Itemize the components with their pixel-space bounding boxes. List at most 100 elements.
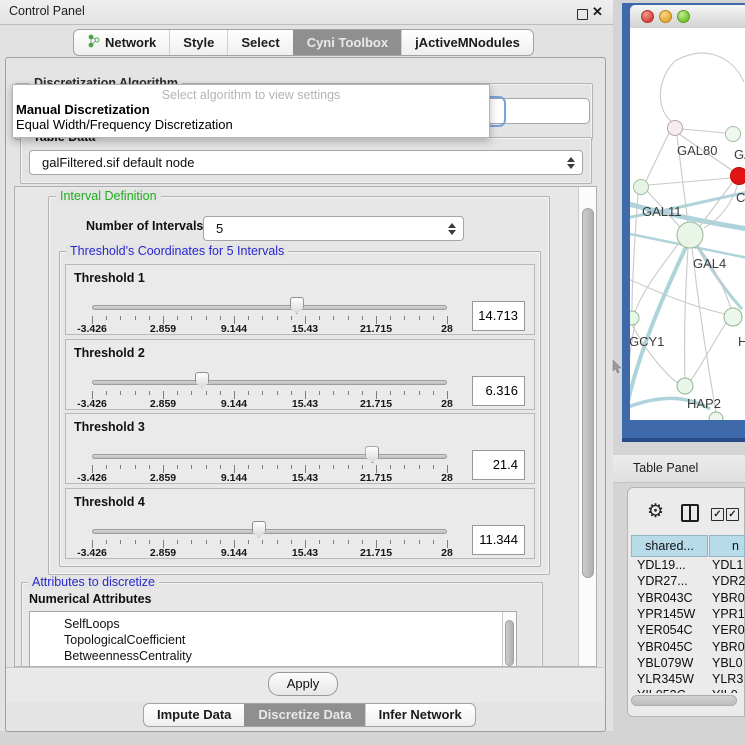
attributes-scrollbar[interactable] <box>502 612 516 667</box>
threshold-slider-track[interactable] <box>92 305 447 310</box>
table-hscrollbar-thumb[interactable] <box>631 695 737 706</box>
threshold-slider-track[interactable] <box>92 529 447 534</box>
tab-select[interactable]: Select <box>227 30 292 55</box>
gcy1-node[interactable] <box>630 311 639 325</box>
network-edge[interactable] <box>648 178 731 185</box>
network-edge[interactable] <box>630 278 725 314</box>
slider-tick-label: 21.715 <box>346 398 406 410</box>
slider-tick-label: 28 <box>417 547 477 559</box>
network-edge[interactable] <box>675 53 744 82</box>
network-edge[interactable] <box>685 248 688 378</box>
table-row[interactable]: YLR345WYLR3 <box>628 672 745 688</box>
threshold-value-field[interactable]: 6.316 <box>472 376 525 406</box>
tab-discretize-data[interactable]: Discretize Data <box>244 704 364 726</box>
slider-tick-label: 28 <box>417 323 477 335</box>
network-edge[interactable] <box>691 323 726 380</box>
threshold-slider-thumb[interactable] <box>252 521 266 538</box>
network-edge[interactable] <box>660 61 675 122</box>
cell-name: YER0 <box>712 623 745 637</box>
settings-scrollbar[interactable] <box>578 187 597 666</box>
slider-tick <box>120 391 121 395</box>
cell-shared-name: YBL079W <box>637 656 693 670</box>
dropdown-item-manual-discretization[interactable]: Manual Discretization <box>16 102 150 117</box>
tab-network[interactable]: Network <box>74 30 169 55</box>
table-row[interactable]: YBR045CYBR0 <box>628 640 745 656</box>
mac-minimize-icon[interactable] <box>659 10 672 23</box>
threshold-value-field[interactable]: 11.344 <box>472 525 525 555</box>
checkbox-select-icon[interactable]: ✓ <box>711 508 724 521</box>
tab-label: jActiveMNodules <box>415 35 520 50</box>
dropdown-prompt-item[interactable]: Select algorithm to view settings <box>13 88 489 102</box>
slider-tick <box>220 465 221 469</box>
threshold-value-field[interactable]: 14.713 <box>472 301 525 331</box>
network-edge[interactable] <box>646 133 669 181</box>
slider-tick <box>135 540 136 544</box>
mac-zoom-icon[interactable] <box>677 10 690 23</box>
close-icon[interactable]: ✕ <box>592 4 603 20</box>
table-data-combo[interactable]: galFiltered.sif default node <box>29 150 583 175</box>
mid-right-node[interactable] <box>724 308 742 326</box>
number-of-intervals-label: Number of Intervals <box>86 219 203 233</box>
attribute-item-topologicalcoefficient[interactable]: TopologicalCoefficient <box>64 633 185 647</box>
slider-tick <box>362 540 363 544</box>
slider-tick-label: 9.144 <box>204 398 264 410</box>
table-row[interactable]: YIL052CYIL0 <box>628 688 745 693</box>
threshold-value-field[interactable]: 21.4 <box>472 450 525 480</box>
slider-tick-label: 2.859 <box>133 547 193 559</box>
tab-cyni-toolbox[interactable]: Cyni Toolbox <box>293 30 401 55</box>
slider-tick <box>404 465 405 469</box>
mac-close-icon[interactable] <box>641 10 654 23</box>
slider-tick <box>433 391 434 395</box>
tab-infer-network[interactable]: Infer Network <box>365 704 475 726</box>
threshold-slider-thumb[interactable] <box>290 297 304 314</box>
table-data-groupbox: Table Data galFiltered.sif default node <box>20 137 592 184</box>
table-row[interactable]: YPR145WYPR1 <box>628 607 745 623</box>
gal80-node[interactable] <box>668 121 683 136</box>
table-header-shared-name[interactable]: shared... <box>631 535 708 557</box>
gear-icon[interactable]: ⚙ <box>647 500 664 523</box>
settings-scrollbar-thumb[interactable] <box>582 208 594 578</box>
threshold-slider-thumb[interactable] <box>365 446 379 463</box>
threshold-slider-track[interactable] <box>92 380 447 385</box>
threshold-slider-track[interactable] <box>92 454 447 459</box>
red-node[interactable] <box>731 168 745 185</box>
settings-scroll-area: Interval Definition Number of Intervals … <box>14 186 597 667</box>
table-row[interactable]: YDR27...YDR2 <box>628 574 745 590</box>
network-window-shadow <box>622 438 745 442</box>
slider-tick <box>419 316 420 320</box>
slider-tick <box>433 465 434 469</box>
attribute-item-selfloops[interactable]: SelfLoops <box>64 617 120 631</box>
table-row[interactable]: YBL079WYBL0 <box>628 656 745 672</box>
table-header-name[interactable]: n <box>709 535 745 557</box>
slider-tick <box>220 316 221 320</box>
table-row[interactable]: YER054CYER0 <box>628 623 745 639</box>
bottom-node[interactable] <box>709 412 723 420</box>
cell-name: YIL0 <box>712 688 738 693</box>
table-row[interactable]: YDL19...YDL1 <box>628 558 745 574</box>
tab-impute-data[interactable]: Impute Data <box>144 704 244 726</box>
table-row[interactable]: YBR043CYBR0 <box>628 591 745 607</box>
gal4-node[interactable] <box>677 222 703 248</box>
top-right-node[interactable] <box>726 127 741 142</box>
columns-icon[interactable] <box>681 504 699 522</box>
network-edge[interactable] <box>632 194 638 311</box>
tab-style[interactable]: Style <box>169 30 227 55</box>
tab-label: Cyni Toolbox <box>307 35 388 50</box>
tab-jactivemnodules[interactable]: jActiveMNodules <box>401 30 533 55</box>
network-edge[interactable] <box>682 129 726 133</box>
dropdown-item-equal-width[interactable]: Equal Width/Frequency Discretization <box>16 117 233 132</box>
attributes-scrollbar-thumb[interactable] <box>505 620 514 666</box>
hap2-node[interactable] <box>677 378 693 394</box>
slider-tick <box>177 316 178 320</box>
gal11-node[interactable] <box>634 180 649 195</box>
network-canvas[interactable]: GAL80GACGAL11GAL4GCY1HHAP2 <box>630 28 745 420</box>
threshold-slider-thumb[interactable] <box>195 372 209 389</box>
attribute-item-betweennesscentrality[interactable]: BetweennessCentrality <box>64 649 192 663</box>
checkbox-select-all-icon[interactable]: ✓ <box>726 508 739 521</box>
network-edge-highlight[interactable] <box>696 244 742 309</box>
apply-button[interactable]: Apply <box>268 672 338 696</box>
threshold-panel-2: Threshold 2-3.4262.8599.14415.4321.71528… <box>65 339 535 410</box>
slider-tick <box>362 391 363 395</box>
number-of-intervals-combo[interactable]: 5 <box>203 216 464 241</box>
float-window-icon[interactable] <box>577 9 588 20</box>
